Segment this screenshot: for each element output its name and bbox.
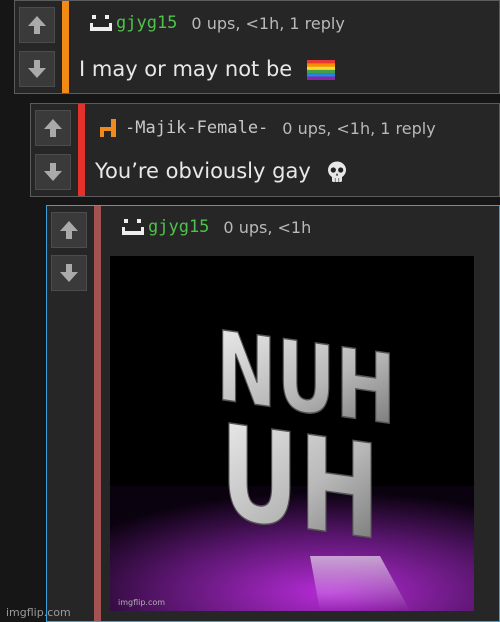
comment-meta: 0 ups, <1h bbox=[223, 217, 312, 237]
username[interactable]: gjyg15 bbox=[148, 217, 209, 237]
comment-meta: 0 ups, <1h, 1 reply bbox=[191, 13, 345, 33]
meme-text-bottom: UH bbox=[220, 396, 380, 570]
comment-text-row: You’re obviously gay bbox=[95, 159, 349, 184]
skull-icon bbox=[328, 161, 347, 182]
comment-text: You’re obviously gay bbox=[95, 159, 311, 183]
comment-meta: 0 ups, <1h, 1 reply bbox=[282, 118, 436, 138]
comment-2: -Majik-Female- 0 ups, <1h, 1 reply You’r… bbox=[30, 103, 500, 197]
vote-column bbox=[47, 206, 93, 621]
upvote-button[interactable] bbox=[19, 7, 55, 43]
username[interactable]: gjyg15 bbox=[116, 13, 177, 33]
comment-1: gjyg15 0 ups, <1h, 1 reply I may or may … bbox=[14, 0, 500, 94]
thread-bar bbox=[94, 206, 101, 621]
downvote-arrow-icon bbox=[28, 60, 46, 78]
vote-column bbox=[31, 104, 77, 196]
meme-watermark: imgflip.com bbox=[118, 598, 166, 607]
comment-text: I may or may not be bbox=[79, 57, 293, 81]
downvote-button[interactable] bbox=[35, 154, 71, 190]
avatar-icon[interactable] bbox=[89, 13, 113, 33]
imgflip-watermark: imgflip.com bbox=[6, 606, 71, 619]
username[interactable]: -Majik-Female- bbox=[125, 118, 268, 138]
vote-column bbox=[15, 1, 61, 93]
downvote-arrow-icon bbox=[44, 163, 62, 181]
comment-text-row: I may or may not be bbox=[79, 57, 335, 81]
upvote-arrow-icon bbox=[28, 16, 46, 34]
downvote-button[interactable] bbox=[19, 51, 55, 87]
downvote-arrow-icon bbox=[60, 264, 78, 282]
rainbow-flag-icon bbox=[306, 60, 335, 80]
upvote-button[interactable] bbox=[51, 212, 87, 248]
upvote-arrow-icon bbox=[60, 221, 78, 239]
downvote-button[interactable] bbox=[51, 255, 87, 291]
avatar-icon[interactable] bbox=[97, 117, 119, 139]
upvote-arrow-icon bbox=[44, 119, 62, 137]
thread-bar bbox=[62, 1, 69, 93]
thread-bar bbox=[78, 104, 85, 196]
meme-graphic: NUH UH bbox=[110, 256, 474, 611]
avatar-icon[interactable] bbox=[121, 217, 145, 237]
upvote-button[interactable] bbox=[35, 110, 71, 146]
meme-image[interactable]: NUH UH imgflip.com bbox=[110, 256, 474, 611]
